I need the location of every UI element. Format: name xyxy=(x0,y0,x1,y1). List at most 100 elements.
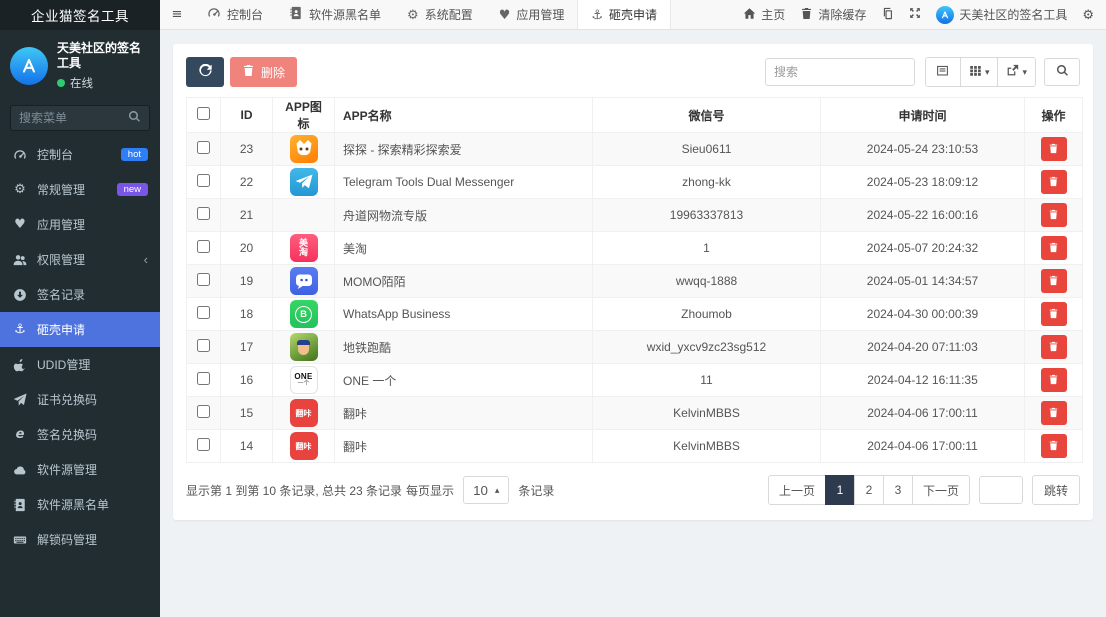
user-menu[interactable]: 天美社区的签名工具 xyxy=(936,5,1067,24)
row-delete-button[interactable] xyxy=(1040,137,1067,161)
row-id: 17 xyxy=(220,330,273,364)
tab-系统配置[interactable]: ⚙ 系统配置 xyxy=(394,0,486,29)
sidebar-item-砸壳申请[interactable]: ⚓ 砸壳申请 xyxy=(0,312,160,347)
avatar xyxy=(10,47,48,85)
sidebar-search-input[interactable] xyxy=(19,111,128,125)
sidebar-item-证书兑换码[interactable]: 证书兑换码 xyxy=(0,382,160,417)
jump-page-input[interactable] xyxy=(978,476,1023,504)
row-checkbox[interactable] xyxy=(197,405,210,418)
refresh-button[interactable] xyxy=(186,57,224,87)
settings-button[interactable]: ⚙ xyxy=(1082,8,1094,22)
paper-plane-icon xyxy=(12,392,28,407)
row-app-name: WhatsApp Business xyxy=(334,297,593,331)
fullscreen-button[interactable] xyxy=(909,7,921,22)
sidebar-item-常规管理[interactable]: ⚙ 常规管理 new xyxy=(0,172,160,207)
tab-label: 应用管理 xyxy=(516,8,565,22)
export-icon xyxy=(1006,64,1019,80)
sidebar-item-软件源黑名单[interactable]: 软件源黑名单 xyxy=(0,487,160,522)
table-search-input[interactable] xyxy=(764,58,915,86)
sidebar-item-UDID管理[interactable]: UDID管理 xyxy=(0,347,160,382)
tab-控制台[interactable]: 控制台 xyxy=(194,0,276,29)
table-row: 16 ONE 一个 ONE 一个 11 2024-04-12 16:11:35 xyxy=(186,363,1083,397)
row-delete-button[interactable] xyxy=(1040,401,1067,425)
columns-button[interactable]: ▾ xyxy=(959,58,998,86)
tab-应用管理[interactable]: ♥ 应用管理 xyxy=(486,0,578,29)
row-app-icon-cell xyxy=(272,132,335,166)
copy-button[interactable] xyxy=(881,7,894,23)
toggle-view-button[interactable] xyxy=(925,58,960,86)
sidebar-item-应用管理[interactable]: ♥ 应用管理 xyxy=(0,207,160,242)
prev-page-button[interactable]: 上一页 xyxy=(767,475,826,505)
sidebar-item-控制台[interactable]: 控制台 hot xyxy=(0,137,160,172)
app-icon-momo xyxy=(289,267,318,295)
row-checkbox[interactable] xyxy=(197,339,210,352)
sidebar-item-软件源管理[interactable]: 软件源管理 xyxy=(0,452,160,487)
home-link[interactable]: 主页 xyxy=(743,6,785,23)
row-wechat: zhong-kk xyxy=(592,165,821,199)
row-app-name: ONE 一个 xyxy=(334,363,593,397)
row-delete-button[interactable] xyxy=(1040,434,1067,458)
app-icon-subway xyxy=(289,333,318,361)
tab-软件源黑名单[interactable]: 软件源黑名单 xyxy=(276,0,394,29)
gauge-icon xyxy=(12,148,28,162)
table-row: 17 地铁跑酷 wxid_yxcv9zc23sg512 2024-04-20 0… xyxy=(186,330,1083,364)
row-checkbox[interactable] xyxy=(197,207,210,220)
clear-cache-label: 清除缓存 xyxy=(818,8,867,22)
row-delete-button[interactable] xyxy=(1040,368,1067,392)
row-wechat: Zhoumob xyxy=(592,297,821,331)
trash-icon xyxy=(800,7,813,23)
trash-icon xyxy=(1048,241,1059,256)
trash-icon xyxy=(1048,307,1059,322)
select-all-checkbox[interactable] xyxy=(197,107,210,120)
sidebar-item-权限管理[interactable]: 权限管理 ‹ xyxy=(0,242,160,277)
edge-icon: e xyxy=(15,427,25,442)
sidebar-item-签名记录[interactable]: 签名记录 xyxy=(0,277,160,312)
sidebar-item-label: 证书兑换码 xyxy=(37,393,98,407)
delete-button[interactable]: 删除 xyxy=(230,57,298,87)
page-button-3[interactable]: 3 xyxy=(882,475,913,505)
row-delete-button[interactable] xyxy=(1040,236,1067,260)
search-button[interactable] xyxy=(1044,58,1080,86)
row-delete-button[interactable] xyxy=(1040,170,1067,194)
page-button-1[interactable]: 1 xyxy=(824,475,855,505)
refresh-icon xyxy=(198,63,212,80)
page-button-2[interactable]: 2 xyxy=(853,475,884,505)
table-row: 23 探探 - 探索精彩探索爱 Sieu0611 2024-05-24 23:1… xyxy=(186,132,1083,166)
gauge-icon xyxy=(207,6,221,23)
jump-button[interactable]: 跳转 xyxy=(1031,475,1080,505)
row-checkbox[interactable] xyxy=(197,372,210,385)
row-checkbox[interactable] xyxy=(197,174,210,187)
row-id: 15 xyxy=(220,396,273,430)
tab-label: 砸壳申请 xyxy=(609,8,658,22)
caret-down-icon: ▾ xyxy=(1022,66,1027,77)
row-wechat: KelvinMBBS xyxy=(592,429,821,463)
row-delete-button[interactable] xyxy=(1040,335,1067,359)
row-app-name: Telegram Tools Dual Messenger xyxy=(334,165,593,199)
row-checkbox[interactable] xyxy=(197,306,210,319)
page-size-dropdown[interactable]: 10 ▴ xyxy=(463,476,510,504)
card-view-icon xyxy=(936,64,949,80)
export-button[interactable]: ▾ xyxy=(997,58,1035,86)
next-page-button[interactable]: 下一页 xyxy=(911,475,970,505)
sidebar-item-label: UDID管理 xyxy=(37,358,91,372)
sidebar-search xyxy=(10,105,150,131)
select-all-cell xyxy=(186,97,221,133)
trash-icon xyxy=(1048,274,1059,289)
row-wechat: 1 xyxy=(592,231,821,265)
tab-砸壳申请[interactable]: ⚓ 砸壳申请 xyxy=(577,0,672,29)
row-wechat: wwqq-1888 xyxy=(592,264,821,298)
hamburger-icon[interactable]: ≡ xyxy=(160,0,194,29)
row-delete-button[interactable] xyxy=(1040,302,1067,326)
row-checkbox[interactable] xyxy=(197,438,210,451)
table-toolbar: 删除 ▾ ▾ xyxy=(186,57,1080,87)
row-delete-button[interactable] xyxy=(1040,203,1067,227)
sidebar-item-签名兑换码[interactable]: e 签名兑换码 xyxy=(0,417,160,452)
sidebar-item-解锁码管理[interactable]: 解锁码管理 xyxy=(0,522,160,557)
table-header-row: ID APP图标 APP名称 微信号 申请时间 操作 xyxy=(186,97,1083,133)
row-checkbox[interactable] xyxy=(197,141,210,154)
brand-logo: 企业猫签名工具 xyxy=(0,0,160,30)
row-checkbox[interactable] xyxy=(197,273,210,286)
row-checkbox[interactable] xyxy=(197,240,210,253)
clear-cache-link[interactable]: 清除缓存 xyxy=(800,6,866,23)
row-delete-button[interactable] xyxy=(1040,269,1067,293)
